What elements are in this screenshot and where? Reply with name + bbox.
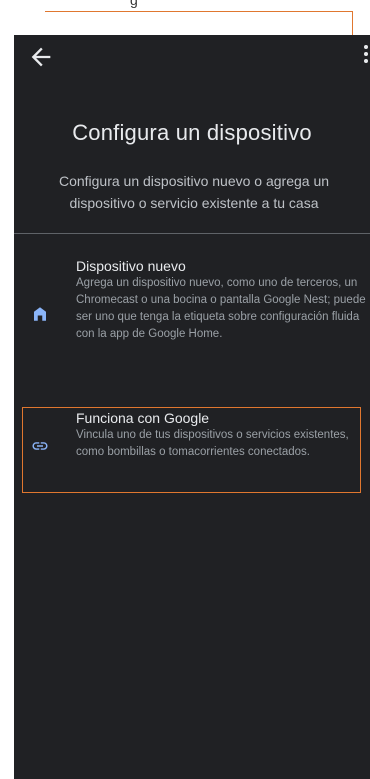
arrow-back-icon: [31, 47, 51, 67]
more-options-button[interactable]: [360, 45, 370, 71]
page-subtitle: Configura un dispositivo nuevo o agrega …: [58, 173, 330, 211]
option-label: Dispositivo nuevo: [76, 258, 186, 274]
home-icon: [34, 307, 46, 321]
annotation-line-horizontal: [45, 11, 353, 12]
phone-screen: Configura un dispositivo Configura un di…: [14, 35, 370, 779]
option-works-with-google[interactable]: Funciona con Google Vincula uno de tus d…: [14, 407, 370, 493]
page-title: Configura un dispositivo: [72, 120, 312, 145]
more-vert-icon: [364, 45, 368, 49]
option-label: Funciona con Google: [76, 410, 210, 426]
divider: [14, 233, 370, 234]
back-button[interactable]: [27, 43, 55, 71]
option-description: Vincula uno de tus dispositivos o servic…: [76, 429, 349, 458]
option-new-device[interactable]: Dispositivo nuevo Agrega un dispositivo …: [14, 255, 370, 385]
link-icon: [32, 442, 48, 450]
annotation-caption: g: [130, 0, 138, 8]
option-description: Agrega un dispositivo nuevo, como uno de…: [76, 277, 366, 340]
